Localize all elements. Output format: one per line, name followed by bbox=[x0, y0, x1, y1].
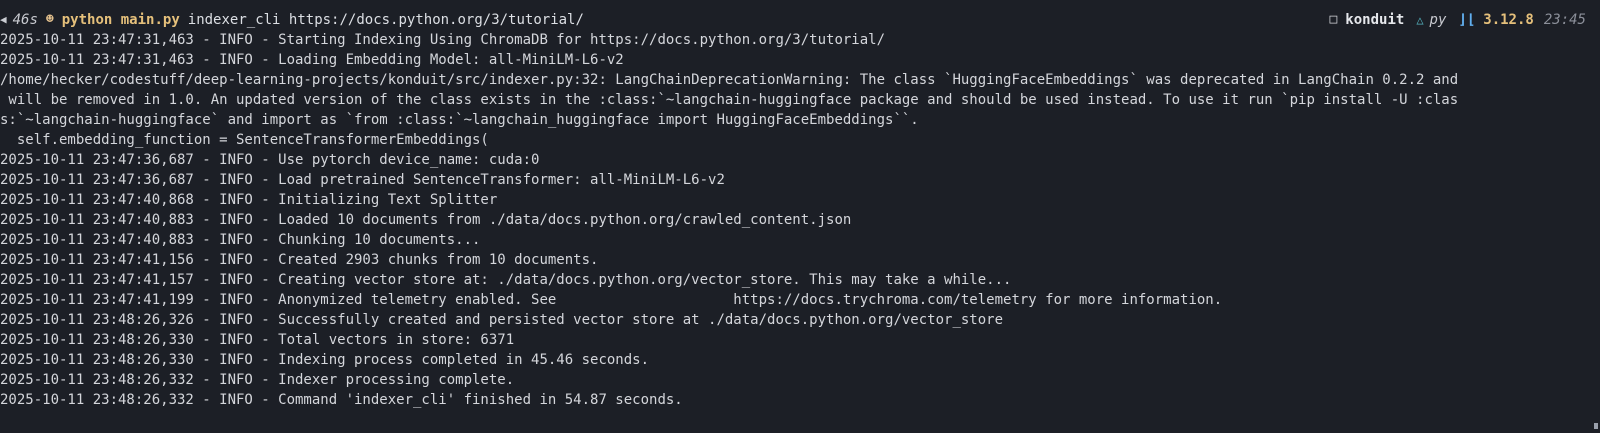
output-line: 2025-10-11 23:48:26,332 - INFO - Command… bbox=[0, 392, 683, 408]
smiley-icon: ☻ bbox=[45, 12, 54, 27]
delta-icon: △ bbox=[1416, 13, 1424, 27]
output-line: 2025-10-11 23:48:26,330 - INFO - Total v… bbox=[0, 332, 515, 348]
square-icon: □ bbox=[1329, 12, 1338, 27]
output-line: 2025-10-11 23:48:26,332 - INFO - Indexer… bbox=[0, 372, 515, 388]
output-line: 2025-10-11 23:47:36,687 - INFO - Use pyt… bbox=[0, 152, 540, 168]
output-line: 2025-10-11 23:47:40,868 - INFO - Initial… bbox=[0, 192, 498, 208]
python-icon: ⌋⌊ bbox=[1458, 12, 1476, 28]
prompt-right-segment: □ konduit △ py ⌋⌊ 3.12.8 23:45 bbox=[1329, 10, 1586, 30]
output-line: 2025-10-11 23:47:31,463 - INFO - Loading… bbox=[0, 52, 624, 68]
output-line: 2025-10-11 23:47:41,199 - INFO - Anonymi… bbox=[0, 292, 1223, 308]
terminal-output[interactable]: 2025-10-11 23:47:31,463 - INFO - Startin… bbox=[0, 30, 1600, 410]
terminal-window[interactable]: ◀ 46s ☻ python main.py indexer_cli https… bbox=[0, 0, 1600, 433]
output-line: 2025-10-11 23:47:36,687 - INFO - Load pr… bbox=[0, 172, 725, 188]
output-line: 2025-10-11 23:47:31,463 - INFO - Startin… bbox=[0, 32, 886, 48]
command-arguments: indexer_cli https://docs.python.org/3/tu… bbox=[187, 12, 584, 28]
command-duration: 46s bbox=[12, 12, 38, 28]
output-line: 2025-10-11 23:47:40,883 - INFO - Chunkin… bbox=[0, 232, 481, 248]
output-line: 2025-10-11 23:47:40,883 - INFO - Loaded … bbox=[0, 212, 852, 228]
output-line: self.embedding_function = SentenceTransf… bbox=[0, 132, 489, 148]
command-executable: python main.py bbox=[61, 12, 180, 28]
scrollbar-thumb[interactable] bbox=[1594, 423, 1598, 429]
shell-prompt: ◀ 46s ☻ python main.py indexer_cli https… bbox=[0, 10, 1600, 30]
output-line: will be removed in 1.0. An updated versi… bbox=[0, 92, 1459, 108]
output-line: 2025-10-11 23:47:41,157 - INFO - Creatin… bbox=[0, 272, 1012, 288]
prompt-left-segment: ◀ 46s ☻ python main.py indexer_cli https… bbox=[0, 10, 584, 30]
output-line: 2025-10-11 23:48:26,330 - INFO - Indexin… bbox=[0, 352, 650, 368]
output-line: s:`~langchain-huggingface` and import as… bbox=[0, 112, 919, 128]
triangle-left-icon: ◀ bbox=[0, 13, 7, 26]
python-version: 3.12.8 bbox=[1483, 12, 1534, 28]
output-line: /home/hecker/codestuff/deep-learning-pro… bbox=[0, 72, 1459, 88]
output-line: 2025-10-11 23:48:26,326 - INFO - Success… bbox=[0, 312, 1004, 328]
language-indicator: py bbox=[1429, 12, 1447, 28]
current-directory: konduit bbox=[1345, 12, 1405, 28]
output-line: 2025-10-11 23:47:41,156 - INFO - Created… bbox=[0, 252, 599, 268]
prompt-clock: 23:45 bbox=[1543, 12, 1586, 28]
